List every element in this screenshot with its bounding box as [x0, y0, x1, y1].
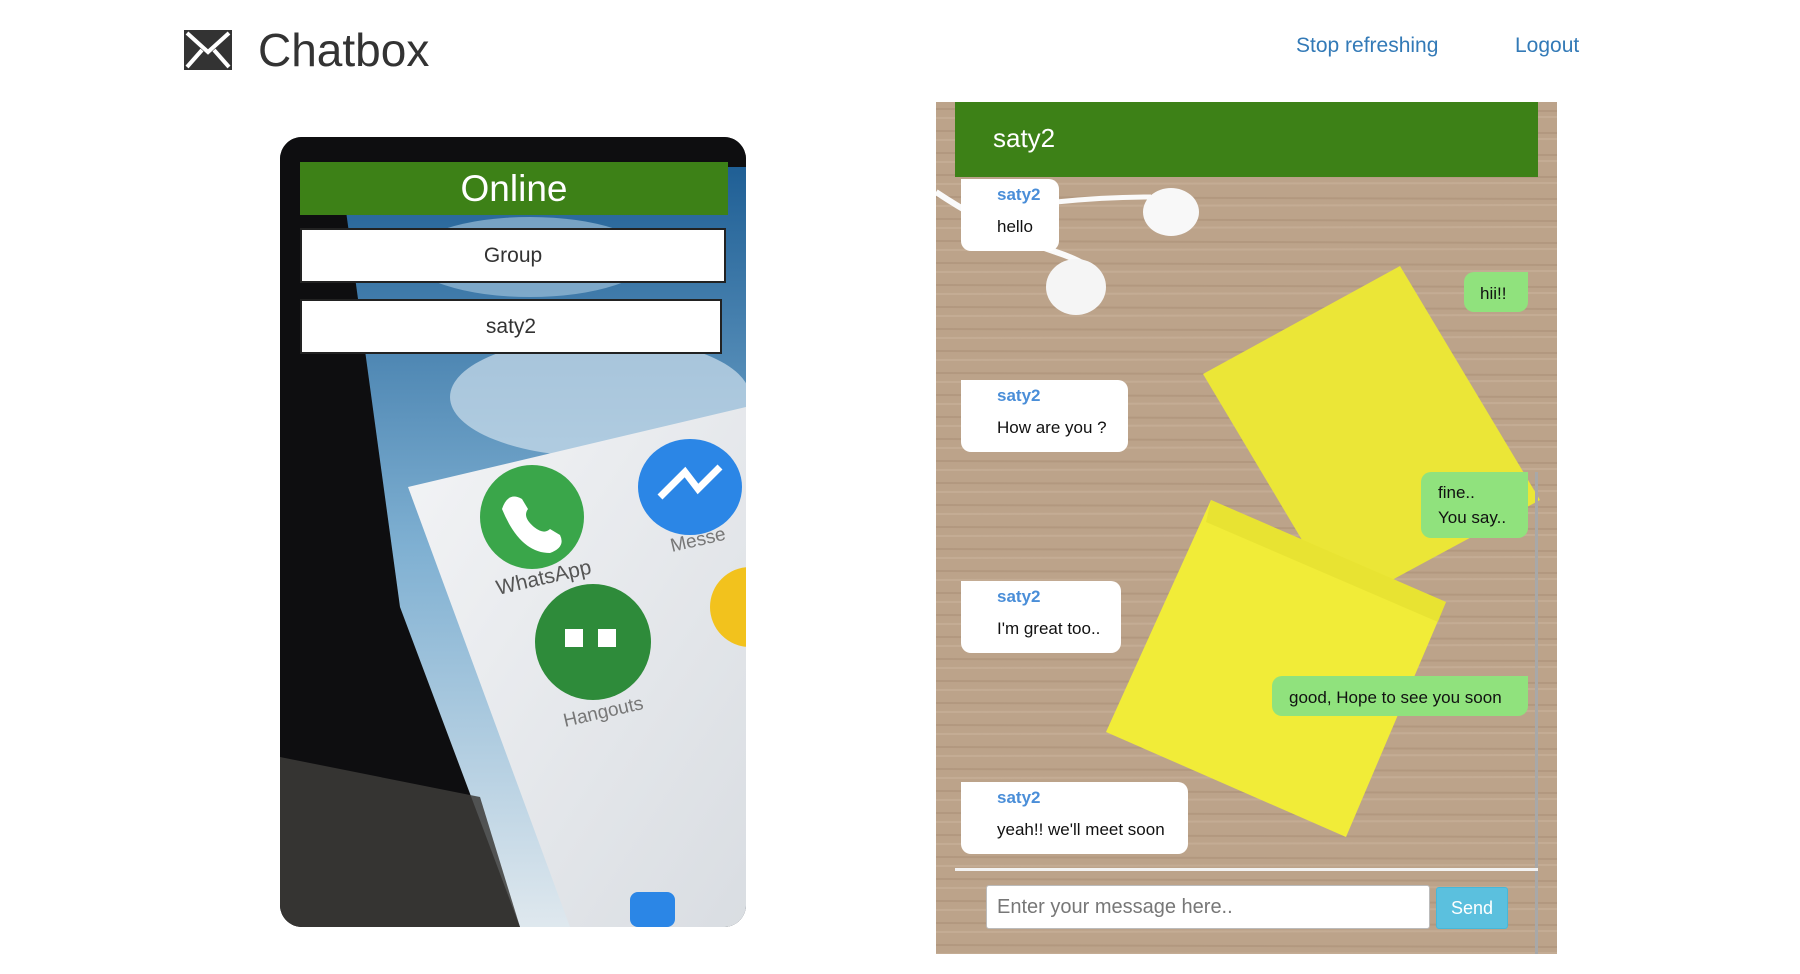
message-text-line: You say..: [1438, 508, 1507, 527]
message-text: How are you ?: [997, 418, 1107, 437]
user-item-saty2[interactable]: saty2: [300, 299, 722, 354]
chat-scrollbar[interactable]: [1535, 472, 1538, 954]
message-sender: saty2: [997, 788, 1041, 807]
message-outgoing: fine.. You say..: [1421, 472, 1528, 538]
message-incoming: saty2 I'm great too..: [961, 581, 1121, 653]
message-input[interactable]: [986, 885, 1430, 929]
stop-refreshing-link[interactable]: Stop refreshing: [1296, 34, 1438, 58]
message-outgoing: hii!!: [1464, 272, 1528, 312]
message-text: I'm great too..: [997, 619, 1101, 638]
message-text-line: fine..: [1438, 483, 1475, 502]
app-title: Chatbox: [258, 24, 430, 76]
message-outgoing: good, Hope to see you soon: [1272, 676, 1528, 716]
chat-header: saty2: [955, 102, 1538, 177]
user-item-group[interactable]: Group: [300, 228, 726, 283]
message-sender: saty2: [997, 587, 1041, 606]
message-text: hello: [997, 217, 1033, 236]
message-sender: saty2: [997, 386, 1041, 405]
message-text: hii!!: [1480, 284, 1507, 303]
message-incoming: saty2 hello: [961, 179, 1059, 251]
online-header: Online: [300, 162, 728, 215]
input-divider: [955, 868, 1538, 871]
message-incoming: saty2 yeah!! we'll meet soon: [961, 782, 1188, 854]
message-sender: saty2: [997, 185, 1041, 204]
message-text: good, Hope to see you soon: [1289, 688, 1502, 707]
envelope-icon: [184, 30, 232, 70]
online-users-panel: WhatsApp Hangouts Messe Online Group sat…: [280, 137, 746, 927]
message-incoming: saty2 How are you ?: [961, 380, 1128, 452]
chat-panel: saty2 saty2 hello hii!! saty2 How are yo…: [936, 102, 1557, 954]
brand[interactable]: Chatbox: [184, 20, 429, 80]
logout-link[interactable]: Logout: [1515, 34, 1579, 58]
message-text: yeah!! we'll meet soon: [997, 820, 1165, 839]
send-button[interactable]: Send: [1436, 887, 1508, 929]
